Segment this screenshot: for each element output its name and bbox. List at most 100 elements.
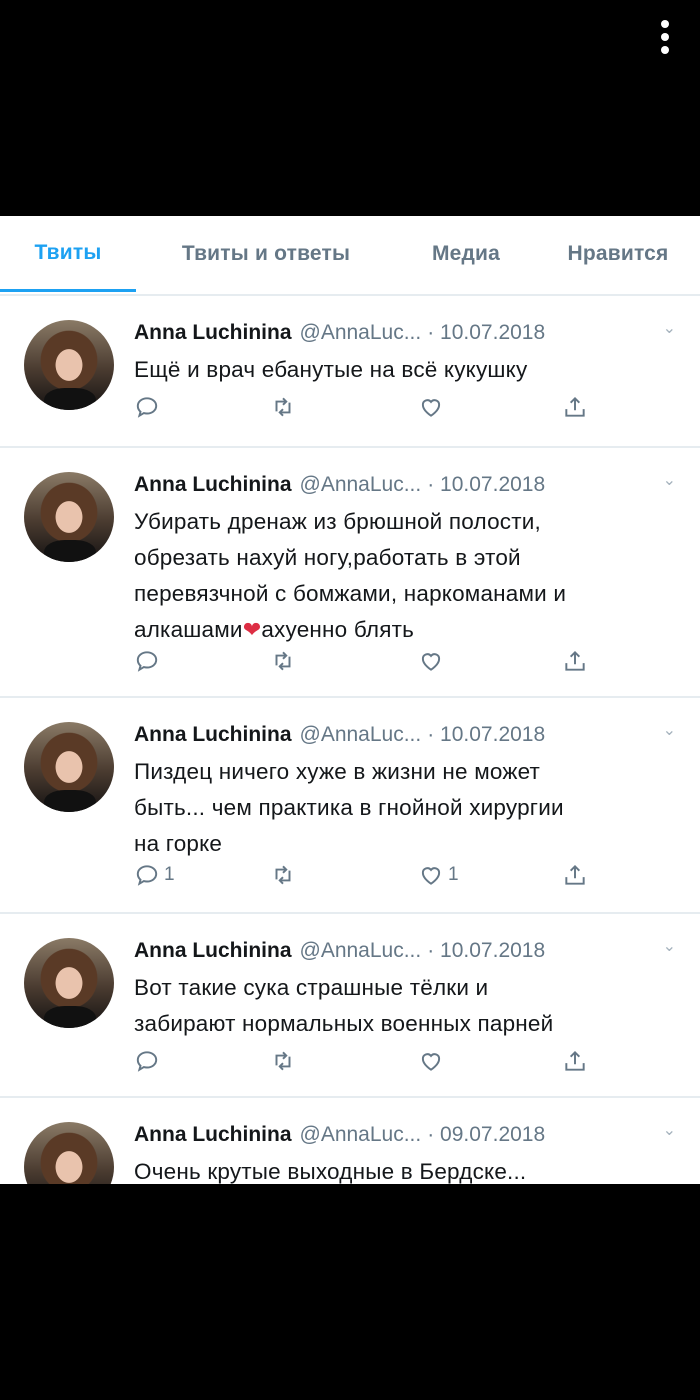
tweet[interactable]: Anna Luchinina @AnnaLuc... · 10.07.2018 … bbox=[0, 296, 700, 448]
retweet-button[interactable] bbox=[270, 862, 296, 888]
like-button[interactable] bbox=[418, 648, 448, 674]
tweet-text-line: Очень крутые выходные в Бердске... bbox=[134, 1159, 527, 1184]
share-icon bbox=[565, 396, 585, 417]
tweet-text-line: перевязчной с бомжами, наркоманами и bbox=[134, 581, 567, 606]
like-count: 1 bbox=[448, 864, 459, 885]
author-name[interactable]: Anna Luchinina bbox=[134, 321, 292, 345]
reply-button[interactable] bbox=[134, 648, 164, 674]
author-handle: @AnnaLuc... bbox=[299, 939, 422, 962]
retweet-button[interactable] bbox=[270, 1048, 296, 1074]
letterbox-bottom bbox=[0, 1184, 700, 1400]
tweet-header: Anna Luchinina @AnnaLuc... · 09.07.2018 … bbox=[134, 1120, 676, 1150]
avatar[interactable] bbox=[24, 472, 114, 562]
like-button[interactable]: 1 bbox=[418, 862, 459, 888]
tweet-date: · 10.07.2018 bbox=[427, 473, 546, 496]
tweet-text: Пиздец ничего хуже в жизни не может быть… bbox=[134, 754, 676, 862]
author-handle: @AnnaLuc... bbox=[299, 723, 422, 746]
tweet-text-line: Убирать дренаж из брюшной полости, bbox=[134, 509, 541, 534]
author-name[interactable]: Anna Luchinina bbox=[134, 939, 292, 963]
tweet-text: Очень крутые выходные в Бердске... bbox=[134, 1154, 676, 1184]
tweet[interactable]: Anna Luchinina @AnnaLuc... · 10.07.2018 … bbox=[0, 698, 700, 914]
author-name[interactable]: Anna Luchinina bbox=[134, 473, 292, 497]
tweet-header: Anna Luchinina @AnnaLuc... · 10.07.2018 … bbox=[134, 936, 676, 966]
profile-tabs: Твиты Твиты и ответы Медиа Нравится bbox=[0, 216, 700, 296]
tab-tweets-and-replies[interactable]: Твиты и ответы bbox=[136, 216, 396, 292]
tab-tweets[interactable]: Твиты bbox=[0, 216, 136, 292]
tweet-text: Вот такие сука страшные тёлки и забирают… bbox=[134, 970, 676, 1042]
author-name[interactable]: Anna Luchinina bbox=[134, 1123, 292, 1147]
share-button[interactable] bbox=[562, 862, 588, 888]
retweet-icon bbox=[275, 651, 291, 671]
like-button[interactable] bbox=[418, 1048, 448, 1074]
tweet-text-line: быть... чем практика в гнойной хирургии bbox=[134, 795, 564, 820]
reply-icon bbox=[136, 397, 158, 418]
chevron-down-icon[interactable]: ⌄ bbox=[663, 318, 676, 338]
share-icon bbox=[565, 864, 585, 885]
author-name[interactable]: Anna Luchinina bbox=[134, 723, 292, 747]
retweet-icon bbox=[275, 1051, 291, 1071]
heart-icon bbox=[421, 399, 441, 417]
reply-count: 1 bbox=[164, 864, 175, 885]
reply-icon bbox=[136, 651, 158, 672]
avatar[interactable] bbox=[24, 722, 114, 812]
retweet-icon bbox=[275, 397, 291, 417]
heart-icon bbox=[421, 1053, 441, 1071]
tab-media[interactable]: Медиа bbox=[396, 216, 536, 292]
tweet-actions bbox=[134, 394, 676, 424]
reply-icon bbox=[136, 1051, 158, 1072]
tweet-header: Anna Luchinina @AnnaLuc... · 10.07.2018 … bbox=[134, 720, 676, 750]
profile-timeline: Твиты Твиты и ответы Медиа Нравится Anna… bbox=[0, 216, 700, 1184]
tweet-date: · 10.07.2018 bbox=[427, 723, 546, 746]
tweet-date: · 10.07.2018 bbox=[427, 321, 546, 344]
tweet[interactable]: Anna Luchinina @AnnaLuc... · 10.07.2018 … bbox=[0, 448, 700, 698]
red-heart-emoji: ❤ bbox=[242, 617, 262, 642]
chevron-down-icon[interactable]: ⌄ bbox=[663, 1120, 676, 1140]
reply-button[interactable] bbox=[134, 394, 164, 420]
retweet-button[interactable] bbox=[270, 648, 296, 674]
like-button[interactable] bbox=[418, 394, 448, 420]
tweet-text-line: Ещё и врач ебанутые на всё кукушку bbox=[134, 357, 528, 382]
retweet-icon bbox=[275, 865, 291, 885]
retweet-button[interactable] bbox=[270, 394, 296, 420]
share-icon bbox=[565, 1050, 585, 1071]
tab-likes[interactable]: Нравится bbox=[536, 216, 700, 292]
chevron-down-icon[interactable]: ⌄ bbox=[663, 936, 676, 956]
tweet-text-line: алкашами❤ахуенно блять bbox=[134, 612, 676, 648]
tweet[interactable]: Anna Luchinina @AnnaLuc... · 09.07.2018 … bbox=[0, 1098, 700, 1184]
tweet-text-fragment: ахуенно блять bbox=[261, 617, 415, 642]
share-icon bbox=[565, 650, 585, 671]
tweet-date: · 09.07.2018 bbox=[427, 1123, 546, 1146]
author-handle: @AnnaLuc... bbox=[299, 473, 422, 496]
reply-button[interactable]: 1 bbox=[134, 862, 175, 888]
tweet-actions bbox=[134, 648, 676, 678]
tweet-header: Anna Luchinina @AnnaLuc... · 10.07.2018 … bbox=[134, 470, 676, 500]
heart-icon bbox=[421, 867, 441, 885]
tweet-text-line: Вот такие сука страшные тёлки и bbox=[134, 975, 489, 1000]
tweet-date: · 10.07.2018 bbox=[427, 939, 546, 962]
chevron-down-icon[interactable]: ⌄ bbox=[663, 470, 676, 490]
tweet-text-line: забирают нормальных военных парней bbox=[134, 1011, 554, 1036]
reply-button[interactable] bbox=[134, 1048, 164, 1074]
share-button[interactable] bbox=[562, 1048, 588, 1074]
tweet-header: Anna Luchinina @AnnaLuc... · 10.07.2018 … bbox=[134, 318, 676, 348]
share-button[interactable] bbox=[562, 648, 588, 674]
avatar[interactable] bbox=[24, 320, 114, 410]
avatar[interactable] bbox=[24, 1122, 114, 1184]
avatar[interactable] bbox=[24, 938, 114, 1028]
tweet-actions bbox=[134, 1048, 676, 1078]
author-handle: @AnnaLuc... bbox=[299, 1123, 422, 1146]
tweet-text-line: на горке bbox=[134, 831, 223, 856]
share-button[interactable] bbox=[562, 394, 588, 420]
tweet-text: Убирать дренаж из брюшной полости, обрез… bbox=[134, 504, 676, 648]
tweet[interactable]: Anna Luchinina @AnnaLuc... · 10.07.2018 … bbox=[0, 914, 700, 1098]
tweet-text-fragment: алкашами bbox=[134, 617, 243, 642]
tweet-text-line: Пиздец ничего хуже в жизни не может bbox=[134, 759, 541, 784]
overflow-menu-icon[interactable] bbox=[660, 20, 670, 54]
tweet-text: Ещё и врач ебанутые на всё кукушку bbox=[134, 352, 676, 388]
heart-icon bbox=[421, 653, 441, 671]
tweet-text-line: обрезать нахуй ногу,работать в этой bbox=[134, 545, 521, 570]
tweet-actions: 1 1 bbox=[134, 862, 676, 892]
chevron-down-icon[interactable]: ⌄ bbox=[663, 720, 676, 740]
reply-icon bbox=[136, 865, 158, 886]
tweet-feed: Anna Luchinina @AnnaLuc... · 10.07.2018 … bbox=[0, 296, 700, 1184]
